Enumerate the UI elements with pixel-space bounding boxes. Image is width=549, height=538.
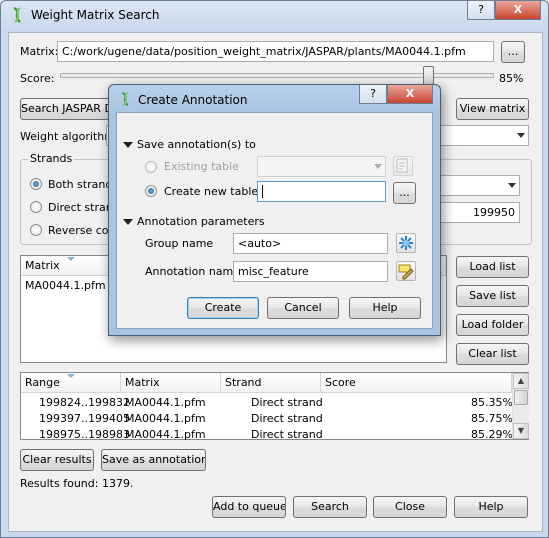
annotation-parameters-section: Annotation parameters: [137, 215, 265, 228]
group-name-label: Group name: [145, 237, 214, 250]
annotation-name-edit-icon[interactable]: [396, 261, 416, 281]
annotation-name-field[interactable]: misc_feature: [233, 261, 388, 282]
group-name-field[interactable]: <auto>: [233, 233, 388, 254]
clear-results-button[interactable]: Clear results: [20, 449, 94, 471]
table-cell-matrix[interactable]: MA0044.1.pfm: [125, 396, 206, 409]
dialog-help-title-button[interactable]: ?: [359, 85, 387, 104]
table-cell-range[interactable]: 199397..199405: [39, 412, 130, 425]
ugene-logo-icon: [13, 6, 21, 23]
save-as-annotations-button[interactable]: Save as annotations: [101, 449, 206, 471]
weight-algorithm-label: Weight algorithm: [20, 130, 115, 143]
matrix-path-field[interactable]: C:/work/ugene/data/position_weight_matri…: [57, 41, 494, 62]
new-table-browse-button[interactable]: ...: [393, 182, 416, 204]
table-cell-range[interactable]: 198975..198983: [39, 428, 130, 441]
close-button[interactable]: Close: [373, 496, 447, 518]
table-browse-icon[interactable]: [393, 156, 413, 176]
table-cell-strand[interactable]: Direct strand: [251, 428, 323, 441]
matrix-label: Matrix:: [20, 45, 59, 58]
results-scrollbar[interactable]: ▲ ▼: [512, 373, 529, 439]
range-end-field[interactable]: 199950: [437, 202, 520, 223]
direct-strand-radio[interactable]: [30, 201, 42, 213]
score-label: Score:: [20, 72, 55, 85]
ugene-logo-icon: [121, 91, 129, 106]
results-table[interactable]: Range Matrix Strand Score 199824..199832…: [20, 372, 529, 441]
load-list-button[interactable]: Load list: [456, 256, 529, 278]
existing-table-radio[interactable]: [145, 161, 157, 173]
both-strands-radio[interactable]: [30, 178, 42, 190]
dialog-close-button[interactable]: X: [387, 85, 433, 104]
col-header-strand[interactable]: Strand: [221, 373, 321, 393]
group-name-picker-icon[interactable]: [396, 233, 416, 253]
existing-table-combo[interactable]: [257, 156, 386, 177]
clear-list-button[interactable]: Clear list: [456, 343, 529, 365]
table-cell-range[interactable]: 199824..199832: [39, 396, 130, 409]
range-combo[interactable]: [437, 175, 520, 196]
col-header-matrix[interactable]: Matrix: [121, 373, 221, 393]
scroll-down-icon[interactable]: ▼: [513, 423, 529, 439]
load-folder-button[interactable]: Load folder: [456, 314, 529, 336]
title-help-button[interactable]: ?: [467, 1, 495, 20]
search-jaspar-button[interactable]: Search JASPAR Da: [20, 98, 112, 120]
save-annotations-section: Save annotation(s) to: [137, 138, 256, 151]
create-annotation-dialog: Create Annotation ? X Save annotation(s)…: [108, 84, 441, 336]
collapse-arrow-icon[interactable]: [123, 142, 133, 148]
score-value: 85%: [499, 72, 524, 85]
list-item[interactable]: MA0044.1.pfm: [25, 279, 106, 292]
existing-table-label: Existing table: [164, 160, 239, 173]
help-button[interactable]: Help: [454, 496, 528, 518]
table-cell-strand[interactable]: Direct strand: [251, 396, 323, 409]
dialog-help-button[interactable]: Help: [349, 297, 421, 319]
view-matrix-button[interactable]: View matrix: [456, 98, 529, 120]
cancel-button[interactable]: Cancel: [267, 297, 339, 319]
reverse-strand-radio[interactable]: [30, 224, 42, 236]
dialog-client: Save annotation(s) to Existing table Cre…: [116, 112, 433, 329]
dialog-title: Create Annotation: [138, 93, 248, 107]
table-cell-score[interactable]: 85.35%: [471, 396, 513, 409]
window-title: Weight Matrix Search: [31, 8, 160, 22]
search-button[interactable]: Search: [293, 496, 367, 518]
save-list-button[interactable]: Save list: [456, 285, 529, 307]
collapse-arrow-icon[interactable]: [123, 219, 133, 225]
create-button[interactable]: Create: [187, 297, 259, 319]
scroll-thumb[interactable]: [514, 390, 528, 405]
table-cell-matrix[interactable]: MA0044.1.pfm: [125, 428, 206, 441]
sort-arrow-icon: [67, 257, 75, 261]
strands-label: Strands: [28, 152, 75, 165]
score-slider-thumb[interactable]: [423, 66, 434, 85]
matrix-browse-button[interactable]: ...: [501, 41, 525, 63]
create-new-table-label: Create new table: [164, 185, 259, 198]
sort-arrow-icon: [67, 374, 75, 378]
scroll-up-icon[interactable]: ▲: [513, 373, 529, 389]
results-found-label: Results found: 1379.: [20, 477, 134, 490]
new-table-path-field[interactable]: [257, 181, 386, 202]
table-cell-score[interactable]: 85.29%: [471, 428, 513, 441]
annotation-name-label: Annotation name: [145, 265, 241, 278]
title-close-button[interactable]: X: [495, 1, 541, 20]
col-header-score[interactable]: Score: [321, 373, 512, 393]
table-cell-strand[interactable]: Direct strand: [251, 412, 323, 425]
table-cell-score[interactable]: 85.75%: [471, 412, 513, 425]
add-to-queue-button[interactable]: Add to queue: [212, 496, 286, 518]
table-cell-matrix[interactable]: MA0044.1.pfm: [125, 412, 206, 425]
create-new-table-radio[interactable]: [145, 185, 157, 197]
